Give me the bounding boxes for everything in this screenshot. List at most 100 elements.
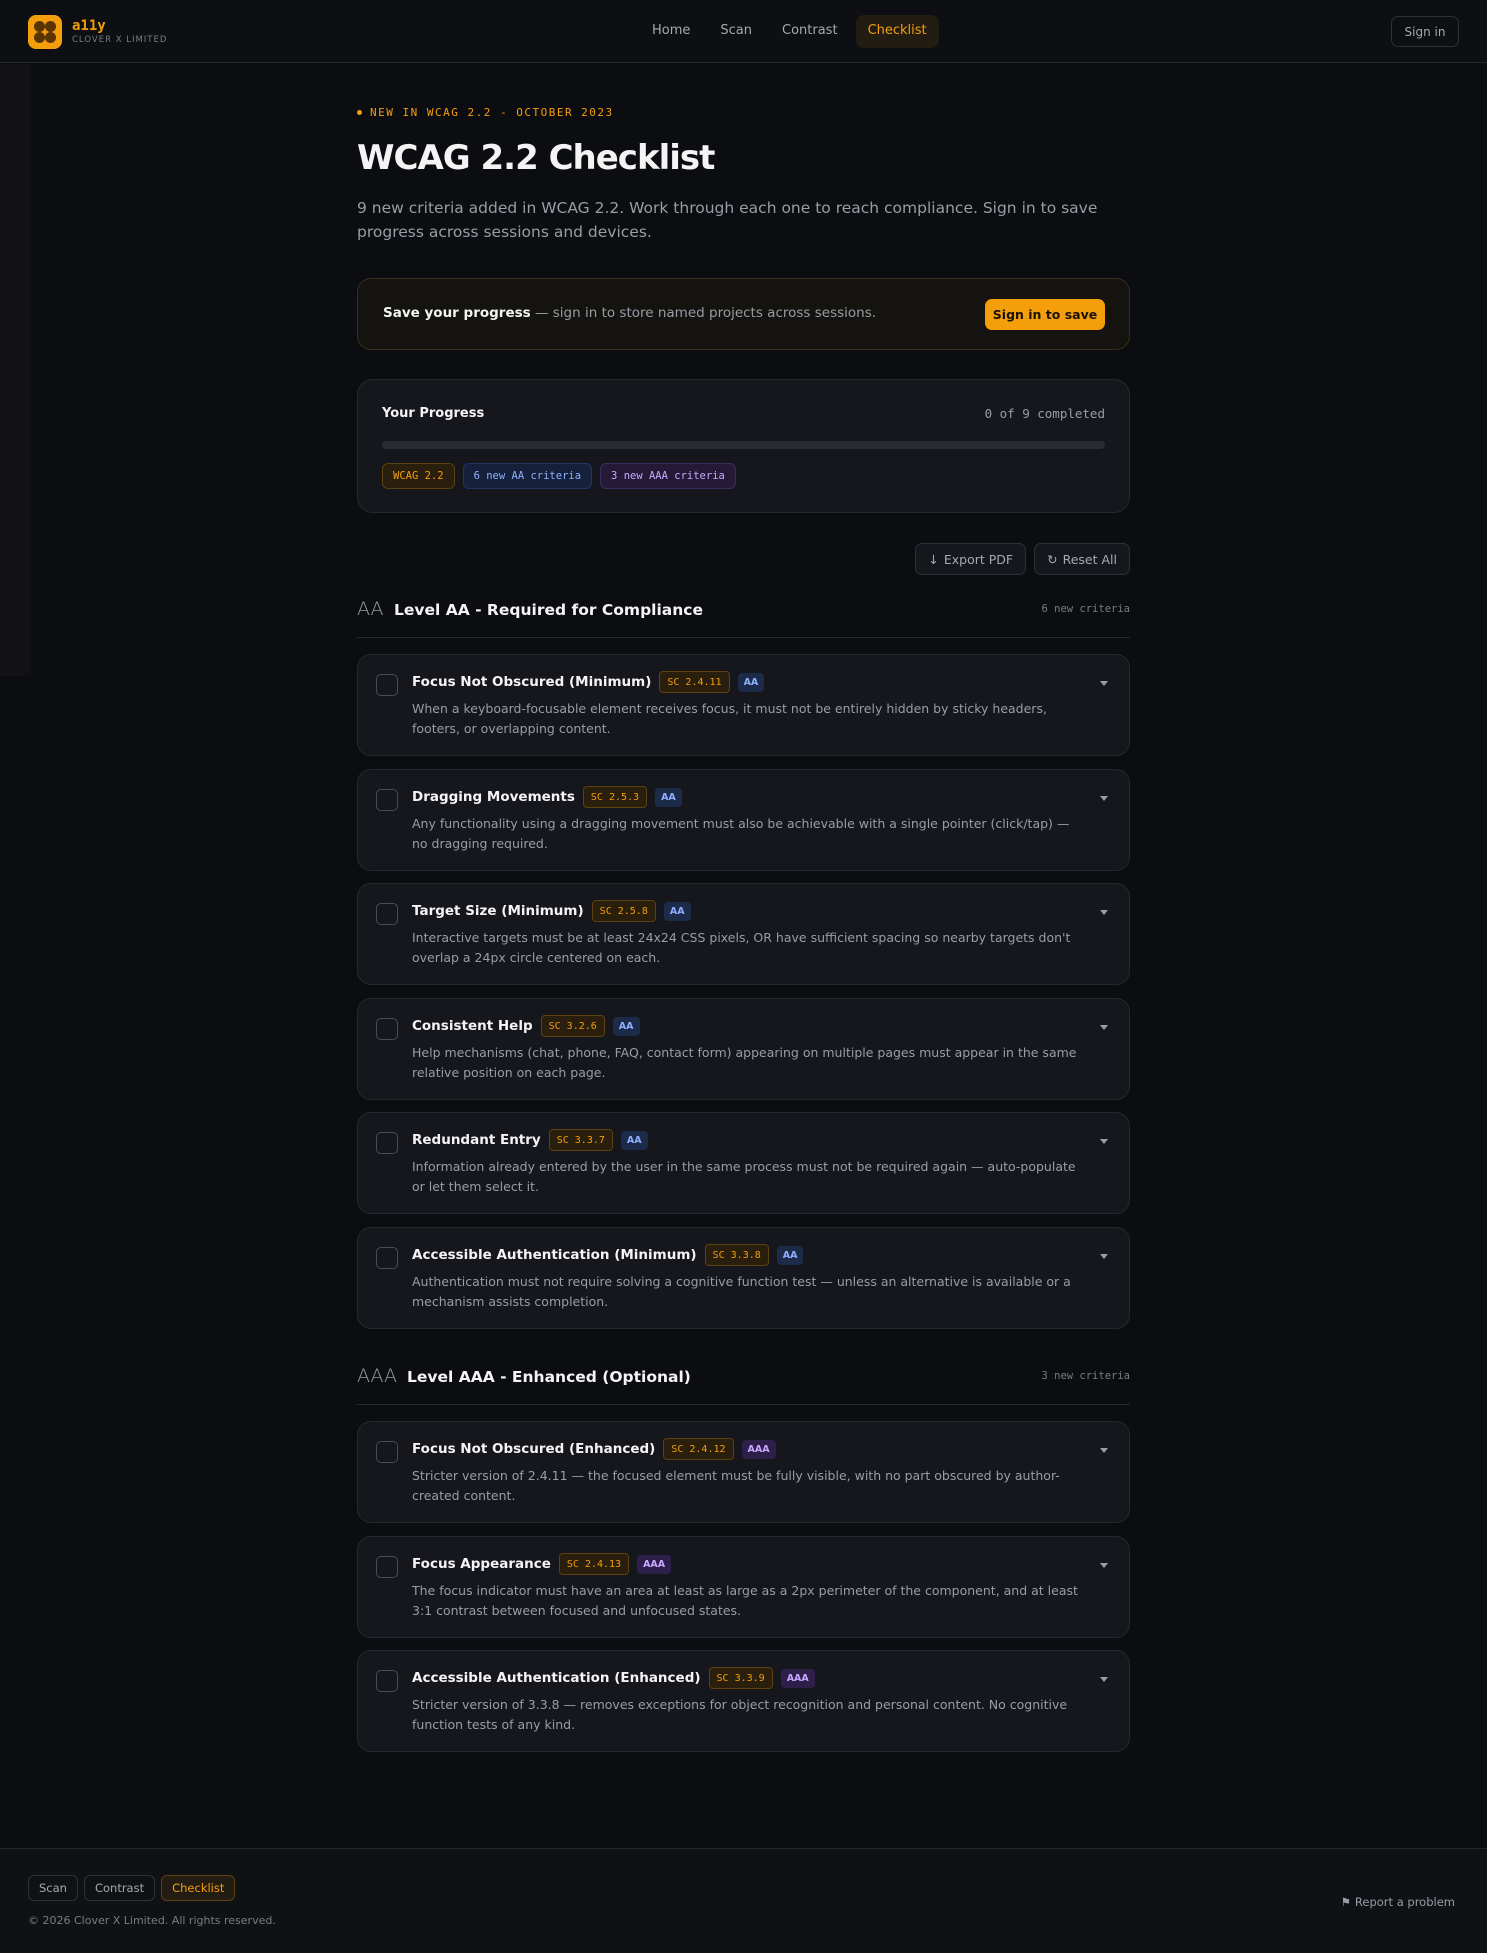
criterion-title-row: Target Size (Minimum) SC 2.5.8 AA <box>412 900 691 922</box>
criterion-checkbox[interactable] <box>376 1670 398 1692</box>
criterion-level-badge: AAA <box>637 1554 672 1574</box>
chip-wcag: WCAG 2.2 <box>382 463 455 489</box>
criterion-card[interactable]: Focus Not Obscured (Minimum) SC 2.4.11 AA W… <box>357 654 1130 756</box>
footer-nav-scan[interactable]: Scan <box>28 1875 78 1901</box>
criterion-title-row: Accessible Authentication (Minimum) SC 3.… <box>412 1244 804 1266</box>
criterion-card[interactable]: Accessible Authentication (Minimum) SC 3.… <box>357 1227 1130 1329</box>
criterion-level-badge: AA <box>737 672 765 692</box>
page-subtitle: 9 new criteria added in WCAG 2.2. Work t… <box>357 199 1098 241</box>
section-title: Level AA - Required for Compliance <box>394 601 703 619</box>
report-problem-link[interactable]: ⚑ Report a problem <box>1341 1895 1455 1909</box>
criterion-sc-badge: SC 3.3.7 <box>548 1129 613 1151</box>
criterion-title: Focus Not Obscured (Enhanced) <box>412 1441 656 1457</box>
criterion-sc-badge: SC 2.4.13 <box>558 1553 630 1575</box>
criterion-title-row: Consistent Help SC 3.2.6 AA <box>412 1015 640 1037</box>
chevron-down-icon[interactable] <box>1100 1025 1108 1030</box>
reset-all-button[interactable]: ↻ Reset All <box>1034 543 1130 575</box>
nav-contrast[interactable]: Contrast <box>770 15 850 48</box>
chevron-down-icon[interactable] <box>1100 681 1108 686</box>
report-problem-label: Report a problem <box>1354 1895 1455 1909</box>
section-divider <box>357 637 1130 638</box>
criterion-title: Consistent Help <box>412 1018 533 1034</box>
criterion-level-badge: AAA <box>741 1439 776 1459</box>
criterion-title-row: Focus Not Obscured (Enhanced) SC 2.4.12 AA… <box>412 1438 776 1460</box>
top-navbar: a11y CLOVER X LIMITED Home Scan Contrast… <box>0 0 1487 63</box>
chip-aaa: 3 new AAA criteria <box>600 463 736 489</box>
save-banner-bold: Save your progress <box>383 305 531 321</box>
criterion-title: Redundant Entry <box>412 1132 541 1148</box>
criterion-description: When a keyboard-focusable element receiv… <box>412 701 1047 736</box>
nav-home[interactable]: Home <box>640 15 702 48</box>
page-title: WCAG 2.2 Checklist <box>357 138 715 178</box>
criterion-checkbox[interactable] <box>376 1441 398 1463</box>
criterion-description: Any functionality using a dragging movem… <box>412 816 1070 851</box>
footer-nav-contrast[interactable]: Contrast <box>83 1875 156 1901</box>
section-count: 3 new criteria <box>1041 1370 1130 1382</box>
criterion-title-row: Dragging Movements SC 2.5.3 AA <box>412 786 682 808</box>
flag-icon: ⚑ <box>1340 1895 1351 1909</box>
criterion-card[interactable]: Focus Not Obscured (Enhanced) SC 2.4.12 AA… <box>357 1421 1130 1523</box>
sign-in-button[interactable]: Sign in <box>1391 16 1459 47</box>
criterion-checkbox[interactable] <box>376 674 398 696</box>
criterion-checkbox[interactable] <box>376 1247 398 1269</box>
criterion-description: Interactive targets must be at least 24x… <box>412 930 1071 965</box>
criterion-title: Accessible Authentication (Enhanced) <box>412 1670 701 1686</box>
criterion-card[interactable]: Consistent Help SC 3.2.6 AA Help mechanisms… <box>357 998 1130 1100</box>
criterion-title: Dragging Movements <box>412 789 575 805</box>
save-banner-rest: — sign in to store named projects across… <box>530 305 877 321</box>
criterion-title-row: Focus Not Obscured (Minimum) SC 2.4.11 AA <box>412 671 765 693</box>
criterion-card[interactable]: Accessible Authentication (Enhanced) SC 3… <box>357 1650 1130 1752</box>
criterion-sc-badge: SC 2.5.8 <box>591 900 656 922</box>
section-title: Level AAA - Enhanced (Optional) <box>407 1368 691 1386</box>
criterion-title-row: Focus Appearance SC 2.4.13 AAA <box>412 1553 672 1575</box>
main-nav: Home Scan Contrast Checklist <box>640 15 939 48</box>
save-progress-banner: Save your progress — sign in to store na… <box>357 278 1130 350</box>
criterion-description: Information already entered by the user … <box>412 1159 1076 1194</box>
brand-name: a11y <box>72 18 106 35</box>
checklist-actions: ↓ Export PDF ↻ Reset All <box>915 543 1130 575</box>
criterion-card[interactable]: Target Size (Minimum) SC 2.5.8 AA Interacti… <box>357 883 1130 985</box>
sign-in-to-save-button[interactable]: Sign in to save <box>985 299 1105 330</box>
criterion-sc-badge: SC 3.2.6 <box>540 1015 605 1037</box>
criterion-checkbox[interactable] <box>376 1556 398 1578</box>
chevron-down-icon[interactable] <box>1100 1677 1108 1682</box>
criterion-title: Focus Appearance <box>412 1556 551 1572</box>
logo-icon <box>28 15 62 49</box>
download-icon: ↓ <box>928 551 939 567</box>
criterion-description: Authentication must not require solving … <box>412 1274 1071 1309</box>
criterion-level-badge: AA <box>655 787 682 807</box>
nav-scan[interactable]: Scan <box>708 15 764 48</box>
dot-icon <box>357 110 362 115</box>
criterion-level-badge: AAA <box>780 1668 815 1688</box>
criterion-level-badge: AA <box>620 1130 648 1150</box>
export-pdf-label: Export PDF <box>943 551 1014 567</box>
criterion-card[interactable]: Redundant Entry SC 3.3.7 AA Information alr… <box>357 1112 1130 1214</box>
footer-nav-checklist[interactable]: Checklist <box>161 1875 236 1901</box>
criterion-checkbox[interactable] <box>376 1132 398 1154</box>
criterion-title: Accessible Authentication (Minimum) <box>412 1247 697 1263</box>
save-banner-text: Save your progress — sign in to store na… <box>383 305 876 321</box>
chevron-down-icon[interactable] <box>1100 1448 1108 1453</box>
criterion-card[interactable]: Dragging Movements SC 2.5.3 AA Any function… <box>357 769 1130 871</box>
side-strip <box>0 64 31 676</box>
criterion-checkbox[interactable] <box>376 903 398 925</box>
criterion-sc-badge: SC 3.3.9 <box>708 1667 773 1689</box>
reset-all-label: Reset All <box>1062 551 1117 567</box>
criterion-sc-badge: SC 2.4.11 <box>659 671 730 693</box>
chevron-down-icon[interactable] <box>1100 796 1108 801</box>
chevron-down-icon[interactable] <box>1100 1139 1108 1144</box>
chevron-down-icon[interactable] <box>1100 1563 1108 1568</box>
brand[interactable]: a11y CLOVER X LIMITED <box>28 15 167 49</box>
criterion-level-badge: AA <box>612 1016 640 1036</box>
chevron-down-icon[interactable] <box>1100 910 1108 915</box>
eyebrow: NEW IN WCAG 2.2 - OCTOBER 2023 <box>357 106 614 119</box>
criterion-checkbox[interactable] <box>376 1018 398 1040</box>
chevron-down-icon[interactable] <box>1100 1254 1108 1259</box>
nav-checklist[interactable]: Checklist <box>855 15 939 48</box>
criterion-checkbox[interactable] <box>376 789 398 811</box>
eyebrow-text: NEW IN WCAG 2.2 - OCTOBER 2023 <box>370 106 614 119</box>
export-pdf-button[interactable]: ↓ Export PDF <box>915 543 1027 575</box>
criterion-level-badge: AA <box>663 901 691 921</box>
criterion-title-row: Redundant Entry SC 3.3.7 AA <box>412 1129 648 1151</box>
criterion-card[interactable]: Focus Appearance SC 2.4.13 AAA The focus in… <box>357 1536 1130 1638</box>
